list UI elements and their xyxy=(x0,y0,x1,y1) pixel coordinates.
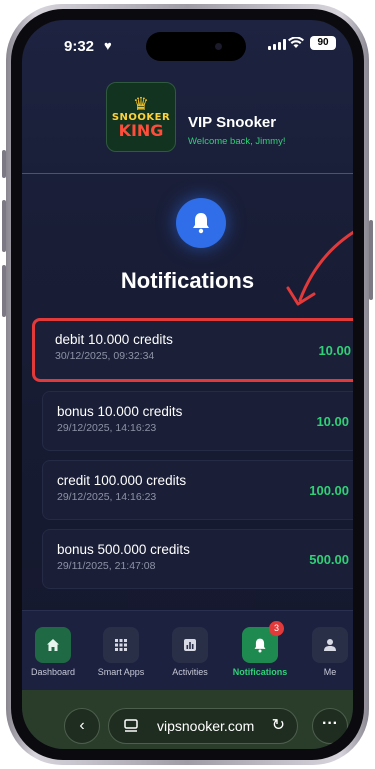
battery-indicator: 90 xyxy=(310,36,336,50)
phone-bezel: 9:32 ♥ 90 ♛ SNOOKER KING VIP Snooker Wel… xyxy=(11,9,364,760)
notification-title: credit 100.000 credits xyxy=(57,473,187,488)
nav-label: Smart Apps xyxy=(97,667,145,677)
reload-icon[interactable]: ↻ xyxy=(272,715,285,735)
person-icon xyxy=(312,627,348,663)
nav-item-activities[interactable]: Activities xyxy=(155,627,225,677)
app-logo: ♛ SNOOKER KING xyxy=(106,82,176,152)
nav-item-notifications[interactable]: 3 Notifications xyxy=(225,621,295,677)
phone-screen: 9:32 ♥ 90 ♛ SNOOKER KING VIP Snooker Wel… xyxy=(22,20,353,749)
grid-icon xyxy=(103,627,139,663)
notification-amount: 10.00 xyxy=(316,414,349,429)
notification-list: debit 10.000 credits 30/12/2025, 09:32:3… xyxy=(32,318,353,598)
heart-icon: ♥ xyxy=(104,38,112,53)
notification-title: bonus 500.000 credits xyxy=(57,542,190,557)
list-item[interactable]: bonus 10.000 credits 29/12/2025, 14:16:2… xyxy=(42,391,353,451)
app-name: VIP Snooker xyxy=(188,114,277,131)
page-menu-icon[interactable] xyxy=(123,718,139,734)
camera-dot xyxy=(215,43,222,50)
bottom-nav: Dashboard Smart Apps Activities 3 Notifi… xyxy=(22,610,353,690)
logo-text-line2: KING xyxy=(118,120,164,140)
nav-label: Activities xyxy=(172,667,208,677)
list-item[interactable]: bonus 500.000 credits 29/11/2025, 21:47:… xyxy=(42,529,353,589)
nav-item-smart-apps[interactable]: Smart Apps xyxy=(86,627,156,677)
notification-amount: 100.00 xyxy=(309,483,349,498)
notification-date: 30/12/2025, 09:32:34 xyxy=(55,350,155,362)
list-item[interactable]: credit 100.000 credits 29/12/2025, 14:16… xyxy=(42,460,353,520)
notification-date: 29/12/2025, 14:16:23 xyxy=(57,491,157,503)
app-header: ♛ SNOOKER KING VIP Snooker Welcome back,… xyxy=(22,68,353,174)
notification-title: debit 10.000 credits xyxy=(55,332,173,347)
bell-icon xyxy=(176,198,226,248)
dynamic-island xyxy=(146,32,246,61)
notification-badge: 3 xyxy=(269,621,284,636)
wifi-icon xyxy=(288,36,304,52)
bell-icon: 3 xyxy=(242,621,284,663)
nav-label: Me xyxy=(323,667,337,677)
list-item[interactable]: debit 10.000 credits 30/12/2025, 09:32:3… xyxy=(32,318,353,382)
power-button xyxy=(369,220,373,300)
home-icon xyxy=(35,627,71,663)
back-button[interactable]: ‹ xyxy=(64,708,100,744)
nav-label: Dashboard xyxy=(30,667,76,677)
welcome-text: Welcome back, Jimmy! xyxy=(188,136,286,147)
status-bar: 9:32 ♥ 90 xyxy=(22,20,353,68)
url-text: vipsnooker.com xyxy=(157,718,255,734)
nav-item-dashboard[interactable]: Dashboard xyxy=(22,627,88,677)
notification-date: 29/11/2025, 21:47:08 xyxy=(57,560,156,572)
phone-frame: 9:32 ♥ 90 ♛ SNOOKER KING VIP Snooker Wel… xyxy=(6,4,369,765)
notification-title: bonus 10.000 credits xyxy=(57,404,183,419)
chart-icon xyxy=(172,627,208,663)
signal-icon xyxy=(268,39,286,50)
notification-amount: 500.00 xyxy=(309,552,349,567)
more-button[interactable]: ··· xyxy=(312,708,348,744)
crown-icon: ♛ xyxy=(132,93,150,114)
annotation-arrow xyxy=(286,230,353,306)
nav-item-me[interactable]: Me xyxy=(295,627,353,677)
status-time: 9:32 xyxy=(64,38,95,55)
nav-label: Notifications xyxy=(232,667,288,677)
notification-amount: 10.00 xyxy=(318,343,351,358)
notification-date: 29/12/2025, 14:16:23 xyxy=(57,422,157,434)
address-bar[interactable]: vipsnooker.com ↻ xyxy=(108,708,298,744)
browser-toolbar: ‹ vipsnooker.com ↻ ··· xyxy=(22,690,353,749)
